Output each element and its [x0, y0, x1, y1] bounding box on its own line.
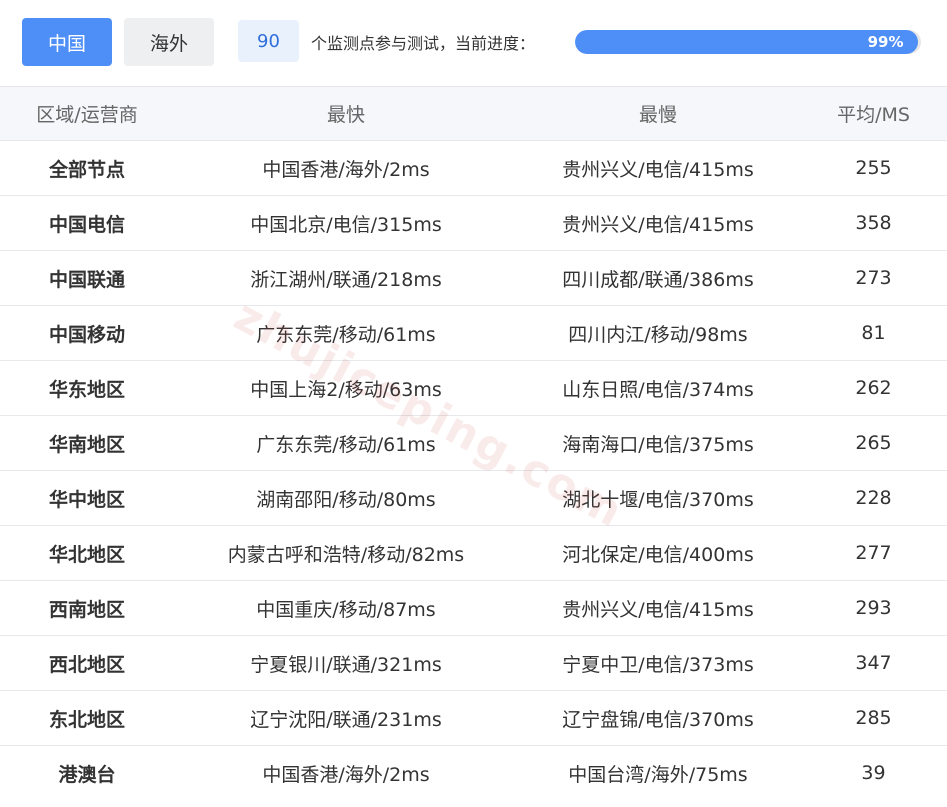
slowest-cell: 四川内江/移动/98ms	[568, 323, 748, 346]
average-cell: 347	[855, 652, 892, 674]
fastest-cell: 中国北京/电信/315ms	[250, 213, 442, 236]
average-cell: 228	[855, 487, 892, 509]
results-table: 区域/运营商 最快 最慢 平均/MS 全部节点 中国香港/海外/2ms 贵州兴义/电…	[0, 86, 947, 800]
progress-percent-label: 99%	[867, 33, 904, 51]
slowest-cell: 中国台湾/海外/75ms	[568, 763, 748, 786]
table-row: 全部节点 中国香港/海外/2ms 贵州兴义/电信/415ms 255	[0, 140, 947, 195]
average-cell: 285	[855, 707, 892, 729]
average-cell: 255	[855, 157, 892, 179]
fastest-cell: 湖南邵阳/移动/80ms	[256, 488, 436, 511]
slowest-cell: 海南海口/电信/375ms	[562, 433, 754, 456]
header-fastest: 最快	[326, 104, 365, 126]
fastest-cell: 内蒙古呼和浩特/移动/82ms	[227, 543, 465, 566]
average-cell: 39	[861, 762, 886, 784]
fastest-cell: 中国上海2/移动/63ms	[250, 378, 442, 401]
header-slowest: 最慢	[638, 104, 677, 126]
tab-china[interactable]: 中国	[22, 18, 112, 66]
slowest-cell: 贵州兴义/电信/415ms	[562, 598, 754, 621]
region-cell: 华中地区	[48, 488, 125, 511]
region-cell: 东北地区	[48, 708, 125, 731]
fastest-cell: 宁夏银川/联通/321ms	[250, 653, 442, 676]
slowest-cell: 四川成都/联通/386ms	[562, 268, 754, 291]
table-row: 东北地区 辽宁沈阳/联通/231ms 辽宁盘锦/电信/370ms 285	[0, 690, 947, 745]
region-cell: 西南地区	[48, 598, 125, 621]
slowest-cell: 山东日照/电信/374ms	[562, 378, 754, 401]
average-cell: 81	[861, 322, 886, 344]
progress-fill: 99%	[575, 30, 918, 54]
region-cell: 华北地区	[48, 543, 125, 566]
slowest-cell: 贵州兴义/电信/415ms	[562, 158, 754, 181]
region-cell: 华东地区	[48, 378, 125, 401]
region-cell: 华南地区	[48, 433, 125, 456]
average-cell: 265	[855, 432, 892, 454]
region-cell: 中国联通	[48, 268, 125, 291]
table-row: 港澳台 中国香港/海外/2ms 中国台湾/海外/75ms 39	[0, 745, 947, 800]
table-row: 华中地区 湖南邵阳/移动/80ms 湖北十堰/电信/370ms 228	[0, 470, 947, 525]
table-header-row: 区域/运营商 最快 最慢 平均/MS	[0, 86, 947, 140]
table-row: 中国电信 中国北京/电信/315ms 贵州兴义/电信/415ms 358	[0, 195, 947, 250]
table-row: 西北地区 宁夏银川/联通/321ms 宁夏中卫/电信/373ms 347	[0, 635, 947, 690]
fastest-cell: 辽宁沈阳/联通/231ms	[250, 708, 442, 731]
average-cell: 277	[855, 542, 892, 564]
table-row: 华东地区 中国上海2/移动/63ms 山东日照/电信/374ms 262	[0, 360, 947, 415]
fastest-cell: 中国重庆/移动/87ms	[256, 598, 436, 621]
tab-overseas[interactable]: 海外	[124, 18, 214, 66]
region-cell: 全部节点	[48, 158, 125, 181]
table-row: 中国联通 浙江湖州/联通/218ms 四川成都/联通/386ms 273	[0, 250, 947, 305]
progress-description: 个监测点参与测试，当前进度：	[311, 34, 536, 53]
table-row: 华南地区 广东东莞/移动/61ms 海南海口/电信/375ms 265	[0, 415, 947, 470]
toolbar: 中国 海外 90 个监测点参与测试，当前进度： 99%	[0, 0, 947, 86]
table-row: 西南地区 中国重庆/移动/87ms 贵州兴义/电信/415ms 293	[0, 580, 947, 635]
node-count-badge: 90	[238, 20, 299, 62]
average-cell: 262	[855, 377, 892, 399]
average-cell: 358	[855, 212, 892, 234]
fastest-cell: 中国香港/海外/2ms	[262, 158, 430, 181]
slowest-cell: 湖北十堰/电信/370ms	[562, 488, 754, 511]
region-cell: 中国移动	[48, 323, 125, 346]
region-cell: 港澳台	[58, 763, 116, 786]
header-region: 区域/运营商	[36, 104, 138, 126]
fastest-cell: 浙江湖州/联通/218ms	[250, 268, 442, 291]
slowest-cell: 河北保定/电信/400ms	[562, 543, 754, 566]
fastest-cell: 广东东莞/移动/61ms	[256, 433, 436, 456]
fastest-cell: 广东东莞/移动/61ms	[256, 323, 436, 346]
slowest-cell: 贵州兴义/电信/415ms	[562, 213, 754, 236]
table-row: 华北地区 内蒙古呼和浩特/移动/82ms 河北保定/电信/400ms 277	[0, 525, 947, 580]
table-row: 中国移动 广东东莞/移动/61ms 四川内江/移动/98ms 81	[0, 305, 947, 360]
header-average: 平均/MS	[837, 104, 910, 126]
fastest-cell: 中国香港/海外/2ms	[262, 763, 430, 786]
progress-bar: 99%	[575, 30, 921, 54]
region-cell: 中国电信	[48, 213, 125, 236]
slowest-cell: 辽宁盘锦/电信/370ms	[562, 708, 754, 731]
region-cell: 西北地区	[48, 653, 125, 676]
average-cell: 273	[855, 267, 892, 289]
average-cell: 293	[855, 597, 892, 619]
slowest-cell: 宁夏中卫/电信/373ms	[562, 653, 754, 676]
